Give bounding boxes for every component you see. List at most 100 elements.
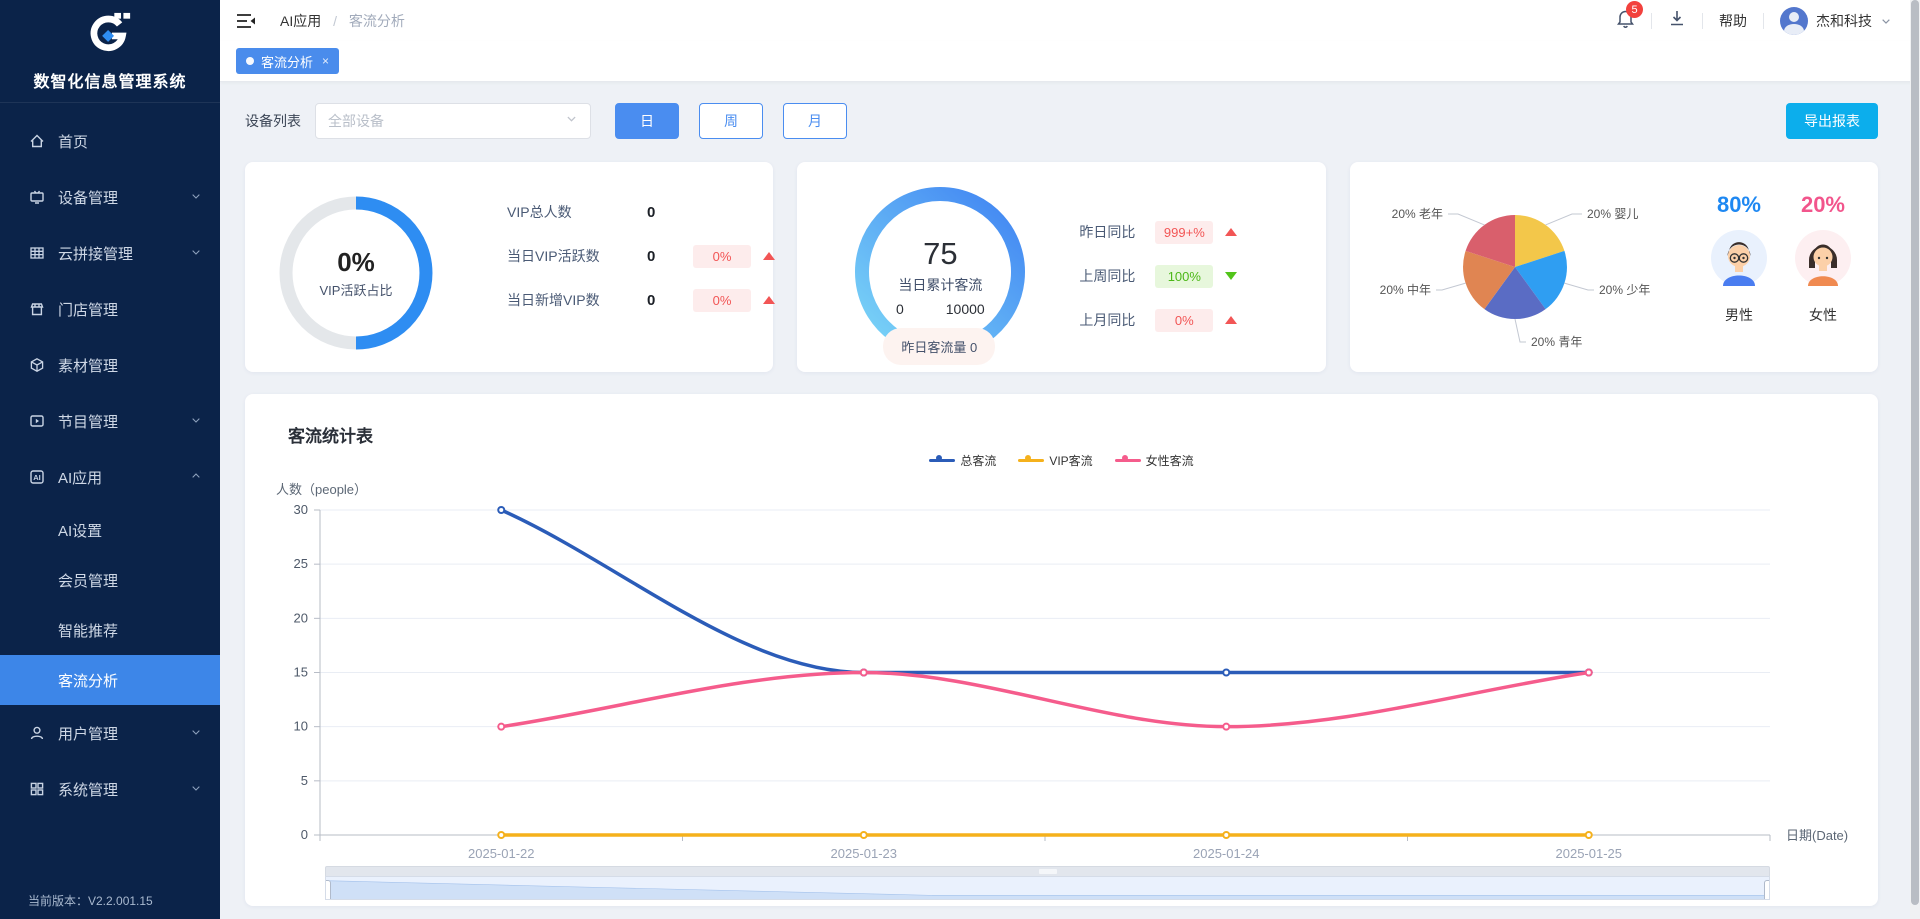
change-badge: 100% bbox=[1155, 265, 1213, 288]
svg-text:20% 老年: 20% 老年 bbox=[1391, 207, 1442, 221]
datazoom-left-handle[interactable] bbox=[325, 880, 331, 900]
age-gender-card: 20% 婴儿 20% 老年 20% 中年 20% 少年 20% 青年 80% bbox=[1350, 162, 1878, 372]
change-badge: 0% bbox=[1155, 309, 1213, 332]
export-report-button[interactable]: 导出报表 bbox=[1786, 103, 1878, 139]
home-icon bbox=[28, 132, 46, 150]
collapse-sidebar-icon[interactable] bbox=[236, 12, 256, 30]
chevron-down-icon bbox=[190, 245, 202, 262]
datazoom-grip[interactable] bbox=[1039, 869, 1057, 874]
chevron-down-icon bbox=[190, 189, 202, 206]
age-pie-chart: 20% 婴儿 20% 老年 20% 中年 20% 少年 20% 青年 bbox=[1350, 162, 1690, 372]
sidebar-item-stores[interactable]: 门店管理 bbox=[0, 281, 220, 337]
male-percent: 80% bbox=[1717, 192, 1761, 218]
company-name: 杰和科技 bbox=[1816, 11, 1872, 31]
datazoom-slider[interactable] bbox=[325, 866, 1770, 900]
active-dot-icon bbox=[246, 57, 254, 65]
filter-row: 设备列表 全部设备 日 周 月 导出报表 bbox=[245, 103, 1878, 139]
topbar: AI应用 / 客流分析 5 帮助 杰和科技 bbox=[220, 0, 1920, 41]
ai-icon: AI bbox=[28, 468, 46, 486]
sidebar-menu: 首页 设备管理 云拼接管理 门店管理 素材管理 节目管理 AI AI应用 bbox=[0, 103, 220, 817]
avatar bbox=[1780, 7, 1808, 35]
line-chart: 0510152025302025-01-222025-01-232025-01-… bbox=[245, 480, 1878, 890]
stat-row: VIP总人数 0 bbox=[507, 200, 775, 224]
device-select-value: 全部设备 bbox=[328, 111, 384, 131]
stat-row: 上周同比 100% bbox=[1079, 264, 1237, 288]
close-tab-icon[interactable]: × bbox=[322, 54, 329, 68]
user-menu[interactable]: 杰和科技 bbox=[1780, 7, 1892, 35]
help-link[interactable]: 帮助 bbox=[1719, 11, 1747, 31]
vip-donut-chart bbox=[271, 188, 441, 358]
sidebar-item-system[interactable]: 系统管理 bbox=[0, 761, 220, 817]
legend-item[interactable]: VIP客流 bbox=[1018, 452, 1092, 469]
page-content: 设备列表 全部设备 日 周 月 导出报表 bbox=[220, 82, 1920, 906]
legend-item[interactable]: 总客流 bbox=[929, 452, 996, 469]
user-icon bbox=[28, 724, 46, 742]
chevron-up-icon bbox=[190, 469, 202, 486]
svg-text:人数（people）: 人数（people） bbox=[276, 482, 367, 497]
scrollbar-thumb[interactable] bbox=[1911, 0, 1919, 905]
store-icon bbox=[28, 300, 46, 318]
vip-card: 0% VIP活跃占比 VIP总人数 0 当日VIP活跃数 0 0% bbox=[245, 162, 773, 372]
stat-row: 昨日同比 999+% bbox=[1079, 220, 1237, 244]
sidebar-subitem-recommend[interactable]: 智能推荐 bbox=[0, 605, 220, 655]
svg-text:0: 0 bbox=[301, 827, 308, 842]
sidebar-item-programs[interactable]: 节目管理 bbox=[0, 393, 220, 449]
tab-passenger-analysis[interactable]: 客流分析 × bbox=[236, 48, 339, 74]
female-percent: 20% bbox=[1801, 192, 1845, 218]
download-icon[interactable] bbox=[1668, 9, 1686, 32]
svg-text:20% 婴儿: 20% 婴儿 bbox=[1587, 207, 1638, 221]
datazoom-track[interactable] bbox=[325, 866, 1770, 876]
daily-flow-card: 75 当日累计客流 0 10000 昨日客流量 0 昨日同比 999+% bbox=[797, 162, 1325, 372]
sidebar-item-ai-apps[interactable]: AI AI应用 bbox=[0, 449, 220, 505]
svg-text:2025-01-23: 2025-01-23 bbox=[831, 846, 898, 861]
cube-icon bbox=[28, 356, 46, 374]
period-month-button[interactable]: 月 bbox=[783, 103, 847, 139]
datazoom-preview[interactable] bbox=[325, 876, 1770, 900]
sidebar-item-devices[interactable]: 设备管理 bbox=[0, 169, 220, 225]
legend-marker-icon bbox=[1018, 454, 1044, 468]
female-avatar bbox=[1795, 230, 1851, 291]
sidebar-item-home[interactable]: 首页 bbox=[0, 113, 220, 169]
datazoom-right-handle[interactable] bbox=[1764, 880, 1770, 900]
period-day-button[interactable]: 日 bbox=[615, 103, 679, 139]
trend-up-icon bbox=[763, 252, 775, 260]
vertical-scrollbar[interactable] bbox=[1910, 0, 1920, 919]
sidebar-item-splicing[interactable]: 云拼接管理 bbox=[0, 225, 220, 281]
sidebar-item-materials[interactable]: 素材管理 bbox=[0, 337, 220, 393]
yesterday-flow-pill: 昨日客流量 0 bbox=[883, 328, 995, 365]
passenger-flow-chart-card: 客流统计表 总客流 VIP客流 女性客流 0510152025302025-01… bbox=[245, 394, 1878, 906]
period-week-button[interactable]: 周 bbox=[699, 103, 763, 139]
male-label: 男性 bbox=[1725, 305, 1753, 325]
sidebar-item-users[interactable]: 用户管理 bbox=[0, 705, 220, 761]
stat-row: 当日VIP活跃数 0 0% bbox=[507, 244, 775, 268]
svg-text:10: 10 bbox=[294, 719, 308, 734]
change-badge: 0% bbox=[693, 245, 751, 268]
notification-bell-icon[interactable]: 5 bbox=[1616, 8, 1635, 33]
legend-item[interactable]: 女性客流 bbox=[1115, 452, 1194, 469]
chevron-down-icon bbox=[190, 725, 202, 742]
play-video-icon bbox=[28, 412, 46, 430]
stat-row: 上月同比 0% bbox=[1079, 308, 1237, 332]
stat-cards: 0% VIP活跃占比 VIP总人数 0 当日VIP活跃数 0 0% bbox=[245, 162, 1878, 372]
device-icon bbox=[28, 188, 46, 206]
grid-table-icon bbox=[28, 244, 46, 262]
breadcrumb-current: 客流分析 bbox=[349, 13, 405, 29]
svg-text:AI: AI bbox=[33, 473, 41, 482]
sidebar-subitem-ai-settings[interactable]: AI设置 bbox=[0, 505, 220, 555]
svg-text:日期(Date): 日期(Date) bbox=[1786, 828, 1848, 843]
device-list-label: 设备列表 bbox=[245, 111, 301, 131]
chevron-down-icon bbox=[190, 413, 202, 430]
stat-row: 当日新增VIP数 0 0% bbox=[507, 288, 775, 312]
breadcrumb-parent[interactable]: AI应用 bbox=[280, 13, 321, 29]
chevron-down-icon bbox=[190, 781, 202, 798]
svg-text:20: 20 bbox=[294, 610, 308, 625]
device-select[interactable]: 全部设备 bbox=[315, 103, 591, 139]
sidebar-subitem-members[interactable]: 会员管理 bbox=[0, 555, 220, 605]
chevron-down-icon bbox=[565, 112, 578, 130]
period-toggle: 日 周 月 bbox=[615, 103, 847, 139]
app-title: 数智化信息管理系统 bbox=[33, 68, 186, 92]
app-logo-icon bbox=[87, 11, 133, 62]
trend-up-icon bbox=[763, 296, 775, 304]
change-badge: 999+% bbox=[1155, 221, 1213, 244]
sidebar-subitem-passenger-analysis[interactable]: 客流分析 bbox=[0, 655, 220, 705]
